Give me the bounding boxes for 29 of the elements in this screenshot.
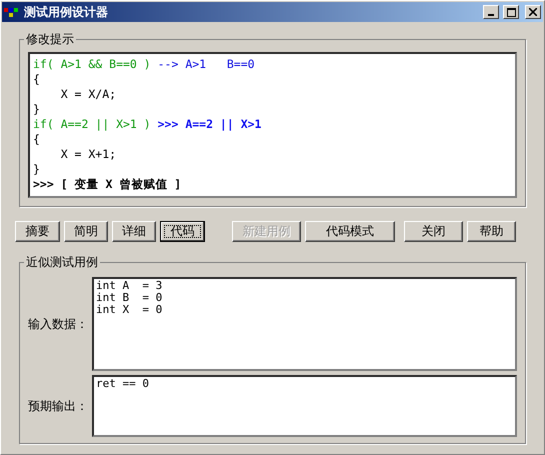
maximize-icon [506,8,516,16]
view-button[interactable]: 代码 [160,221,205,242]
action-button[interactable]: 帮助 [467,221,516,242]
group-title: 修改提示 [25,31,75,48]
field-label: 输入数据： [28,316,89,332]
code-line: } [33,162,41,177]
minimize-button[interactable] [483,5,499,19]
view-button[interactable]: 摘要 [15,221,60,242]
action-button[interactable]: 关闭 [404,221,463,242]
window-title: 测试用例设计器 [24,4,109,20]
code-line: if( A==2 || X>1 ) >>> A==2 || X>1 [33,117,262,132]
text-area[interactable]: ret == 0 [92,375,517,437]
code-line: if( A>1 && B==0 ) --> A>1 B==0 [33,57,256,72]
close-icon [529,8,537,16]
view-button[interactable]: 简明 [64,221,108,242]
field-label: 预期输出： [28,398,89,414]
code-line: } [33,102,41,117]
action-button[interactable]: 代码模式 [305,221,395,242]
code-line: X = X+1; [60,147,118,162]
app-icon [4,6,20,18]
group-title: 近似测试用例 [25,254,99,271]
close-button[interactable] [525,5,541,19]
code-line: { [33,72,41,87]
code-line: >>> [ 变量 X 曾被赋值 ] [33,177,182,192]
maximize-button[interactable] [503,5,519,19]
view-button[interactable]: 详细 [112,221,156,242]
code-line: { [33,132,41,147]
text-area[interactable]: int A = 3 int B = 0 int X = 0 [92,277,517,371]
code-line: X = X/A; [60,87,118,102]
